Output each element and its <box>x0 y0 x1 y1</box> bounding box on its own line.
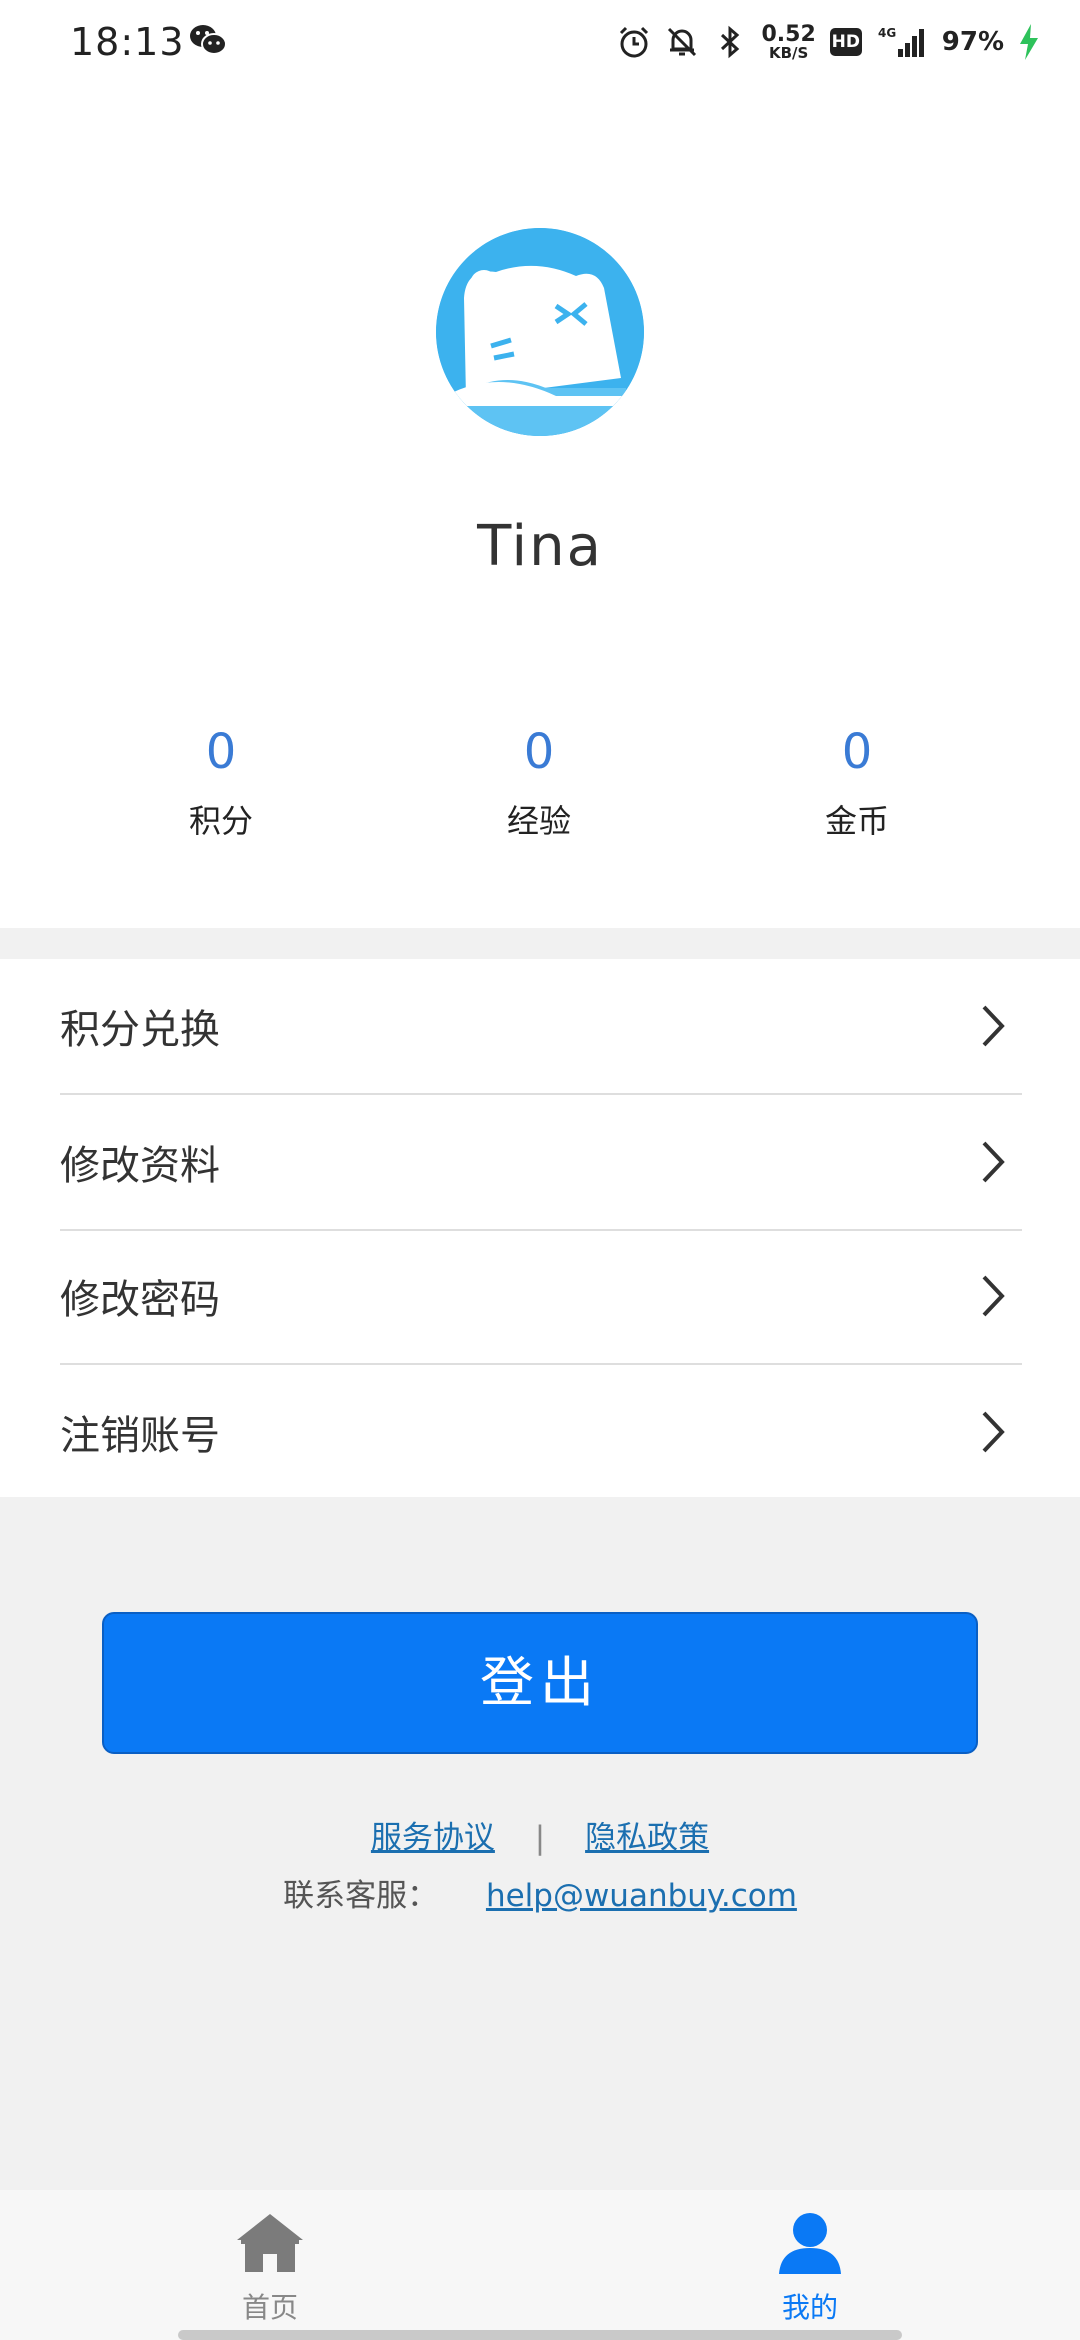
avatar[interactable] <box>436 228 644 436</box>
bluetooth-icon <box>721 25 740 59</box>
tab-home-label: 首页 <box>241 2291 298 2324</box>
battery-level: 97% <box>941 27 1004 57</box>
svg-text:4G: 4G <box>878 26 896 40</box>
link-separator: | <box>534 1820 546 1856</box>
stat-value: 0 <box>205 724 237 780</box>
menu-item-edit-profile[interactable]: 修改资料 <box>60 1095 1022 1231</box>
chevron-right-icon <box>982 1005 1005 1047</box>
tab-mine-label: 我的 <box>781 2291 838 2324</box>
menu-item-delete-account[interactable]: 注销账号 <box>60 1365 1022 1499</box>
wechat-icon <box>190 25 227 55</box>
signal-icon: 4G <box>878 26 924 57</box>
profile-section: Tina 0 积分 0 经验 0 金币 <box>0 84 1080 928</box>
stat-points[interactable]: 0 积分 <box>91 724 351 842</box>
stat-label: 经验 <box>506 802 571 840</box>
alarm-icon <box>620 26 649 58</box>
home-icon <box>237 2214 303 2272</box>
tab-home[interactable]: 首页 <box>170 2210 370 2326</box>
contact-label: 联系客服： <box>283 1878 439 1914</box>
menu-item-label: 注销账号 <box>60 1413 220 1459</box>
menu-item-change-password[interactable]: 修改密码 <box>60 1229 1022 1365</box>
menu-item-label: 修改资料 <box>60 1143 220 1189</box>
contact-email-link[interactable]: help@wuanbuy.com <box>486 1878 797 1914</box>
username: Tina <box>477 514 603 579</box>
status-bar: 18:13 0.52 KB/S HD 4G 97% <box>0 0 1080 84</box>
stat-label: 积分 <box>188 802 253 840</box>
hd-badge: HD <box>829 28 862 56</box>
tab-mine[interactable]: 我的 <box>710 2210 910 2326</box>
settings-menu: 积分兑换 修改资料 修改密码 注销账号 <box>0 959 1080 1497</box>
stat-coins[interactable]: 0 金币 <box>727 724 987 842</box>
service-agreement-link[interactable]: 服务协议 <box>371 1820 495 1856</box>
policy-links: 服务协议 | 隐私政策 <box>0 1812 1080 1857</box>
menu-item-label: 积分兑换 <box>60 1007 220 1053</box>
privacy-policy-link[interactable]: 隐私政策 <box>585 1820 709 1856</box>
charging-icon <box>1020 24 1038 60</box>
network-speed: 0.52 KB/S <box>761 21 816 62</box>
chevron-right-icon <box>982 1141 1005 1183</box>
status-time: 18:13 <box>70 20 185 64</box>
contact-support: 联系客服： help@wuanbuy.com <box>0 1870 1080 1915</box>
stat-experience[interactable]: 0 经验 <box>409 724 669 842</box>
chevron-right-icon <box>982 1275 1005 1317</box>
stat-value: 0 <box>841 724 873 780</box>
mute-bell-icon <box>668 27 697 57</box>
bear-avatar-icon <box>436 228 644 436</box>
stat-label: 金币 <box>824 802 889 840</box>
home-indicator[interactable] <box>178 2330 902 2340</box>
menu-item-points-exchange[interactable]: 积分兑换 <box>60 959 1022 1095</box>
chevron-right-icon <box>982 1411 1005 1453</box>
stat-value: 0 <box>523 724 555 780</box>
menu-item-label: 修改密码 <box>60 1277 220 1323</box>
logout-button[interactable]: 登出 <box>102 1612 978 1754</box>
user-icon <box>779 2213 841 2274</box>
bottom-nav: 首页 我的 <box>0 2190 1080 2340</box>
